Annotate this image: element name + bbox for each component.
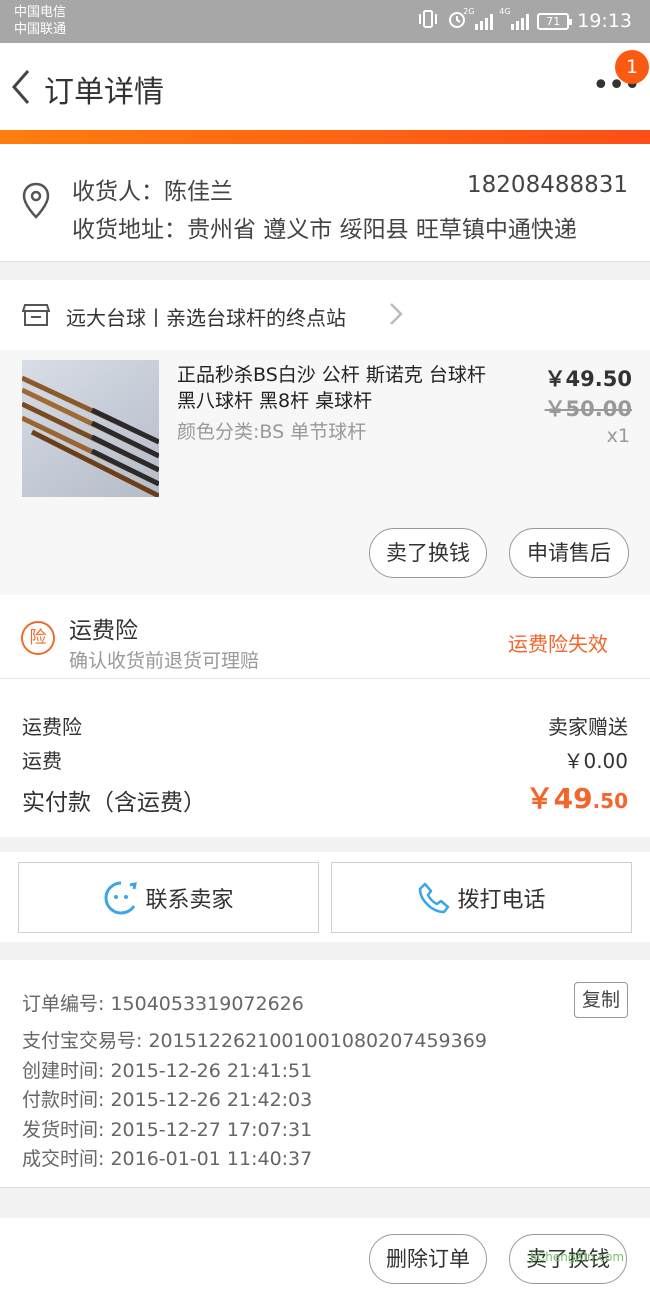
fee-row-shipping: 运费 ￥0.00: [22, 745, 628, 774]
address-card[interactable]: 收货人：陈佳兰 18208488831 收货地址：贵州省 遵义市 绥阳县 旺草镇…: [0, 144, 650, 262]
contact-seller-button[interactable]: 联系卖家: [18, 862, 319, 933]
insurance-title: 运费险: [69, 618, 138, 644]
nav-bar: 订单详情 •••: [0, 43, 650, 130]
vibrate-icon: [417, 10, 439, 32]
fee-label: 运费险: [22, 715, 82, 739]
fee-row-insurance: 运费险 卖家赠送: [22, 711, 628, 740]
call-label: 拨打电话: [457, 887, 546, 913]
copy-button[interactable]: 复制: [574, 982, 628, 1018]
page-title: 订单详情: [44, 75, 164, 110]
receiver-address: 收货地址：贵州省 遵义市 绥阳县 旺草镇中通快递: [72, 217, 577, 243]
alipay-trade-number: 支付宝交易号: 2015122621001001080207459369: [22, 1030, 487, 1052]
insurance-status: 运费险失效: [508, 632, 608, 656]
product-price: ￥49.50: [544, 367, 632, 391]
delete-order-button[interactable]: 删除订单: [369, 1234, 487, 1284]
total-main: ￥49: [525, 782, 593, 815]
receiver-name: 收货人：陈佳兰: [72, 179, 233, 205]
shipped-time: 发货时间: 2015-12-27 17:07:31: [22, 1119, 313, 1141]
chevron-left-icon: [12, 70, 30, 104]
total-decimal: .50: [592, 789, 628, 813]
call-button[interactable]: 拨打电话: [331, 862, 632, 933]
shipping-insurance-row[interactable]: 运费险 确认收货前退货可理赔 运费险失效: [0, 595, 650, 679]
shop-header[interactable]: 远大台球丨亲选台球杆的终点站: [0, 280, 650, 350]
product-sku: 颜色分类:BS 单节球杆: [177, 421, 367, 443]
insurance-icon: 险: [21, 621, 55, 655]
sell-button[interactable]: 卖了换钱: [369, 528, 487, 578]
chat-icon: [105, 881, 138, 915]
product-original-price: ￥50.00: [544, 397, 632, 421]
location-pin-icon: [20, 182, 52, 224]
carrier-labels: 中国电信 中国联通: [14, 4, 66, 38]
created-time: 创建时间: 2015-12-26 21:41:51: [22, 1060, 313, 1082]
status-icons: 2G 4G 71 19:13: [417, 7, 632, 33]
signal-2g-icon: 2G: [463, 7, 494, 30]
back-button[interactable]: [8, 65, 38, 109]
net-type-1: 2G: [463, 7, 475, 16]
receiver-phone: 18208488831: [467, 172, 628, 198]
completed-time: 成交时间: 2016-01-01 11:40:37: [22, 1148, 313, 1170]
contact-seller-label: 联系卖家: [145, 887, 234, 913]
clock: 19:13: [577, 10, 632, 32]
fee-summary: 运费险 卖家赠送 运费 ￥0.00 实付款（含运费） ￥49.50: [0, 679, 650, 837]
fee-label: 运费: [22, 749, 62, 773]
chevron-right-icon: [388, 301, 404, 331]
header-accent-bar: [0, 130, 650, 144]
product-image[interactable]: [22, 360, 159, 497]
notification-badge: 1: [615, 50, 649, 84]
product-quantity: x1: [606, 425, 630, 447]
insurance-description: 确认收货前退货可理赔: [69, 650, 260, 672]
phone-icon: [419, 882, 450, 913]
fee-value: ￥0.00: [563, 749, 628, 773]
signal-4g-icon: 4G: [499, 7, 530, 30]
status-bar: 中国电信 中国联通 2G 4G 71 19:13: [0, 0, 650, 43]
goods-item[interactable]: 正品秒杀BS白沙 公杆 斯诺克 台球杆 黑八球杆 黑8杆 桌球杆 颜色分类:BS…: [0, 350, 650, 595]
shop-name: 远大台球丨亲选台球杆的终点站: [66, 306, 346, 330]
net-type-2: 4G: [499, 7, 511, 16]
product-title: 正品秒杀BS白沙 公杆 斯诺克 台球杆 黑八球杆 黑8杆 桌球杆: [177, 364, 486, 412]
shop-icon: [21, 302, 51, 332]
order-info: 订单编号: 1504053319072626 支付宝交易号: 201512262…: [0, 960, 650, 1188]
total-label: 实付款（含运费）: [22, 790, 206, 816]
contact-actions: 联系卖家 拨打电话: [0, 852, 650, 942]
watermark: JiChengXin.com: [530, 1250, 625, 1264]
fee-value: 卖家赠送: [548, 715, 628, 739]
after-sale-button[interactable]: 申请售后: [509, 528, 629, 578]
carrier-1: 中国电信: [14, 5, 67, 20]
total-amount: ￥49.50: [526, 777, 628, 817]
battery-icon: 71: [537, 12, 573, 30]
order-number: 订单编号: 1504053319072626: [22, 993, 304, 1015]
carrier-2: 中国联通: [14, 22, 67, 37]
paid-time: 付款时间: 2015-12-26 21:42:03: [22, 1089, 313, 1111]
fee-row-total: 实付款（含运费） ￥49.50: [22, 782, 628, 817]
